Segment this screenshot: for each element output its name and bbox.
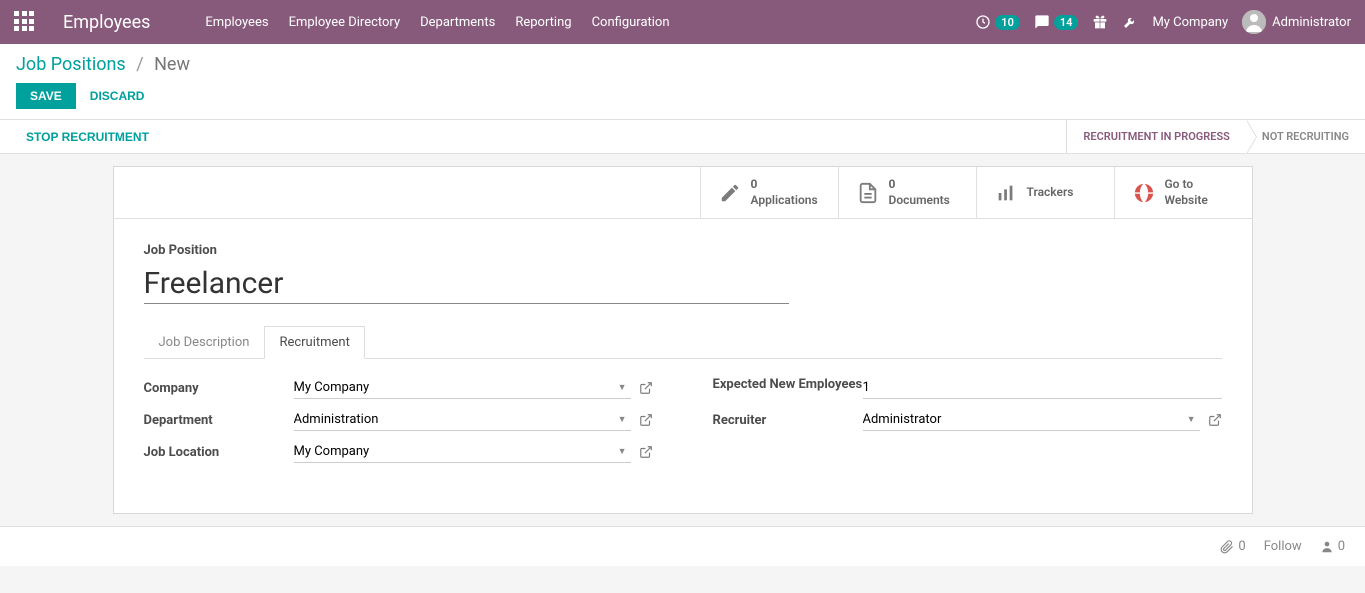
avatar [1242,10,1266,34]
gift-icon[interactable] [1092,14,1108,30]
user-name: Administrator [1272,15,1351,30]
pencil-icon [719,182,741,204]
company-name[interactable]: My Company [1152,15,1228,30]
breadcrumb-sep: / [136,54,143,75]
followers-count: 0 [1338,539,1345,554]
nav-links: Employees Employee Directory Departments… [205,15,669,30]
nav-link-reporting[interactable]: Reporting [515,15,571,30]
recruiter-label: Recruiter [713,413,863,428]
attachments-count: 0 [1238,539,1245,554]
breadcrumb-parent[interactable]: Job Positions [16,54,126,75]
status-tab-not-recruiting[interactable]: NOT RECRUITING [1246,120,1365,153]
form-sheet: 0 Applications 0 Documents Trackers [113,166,1253,514]
tab-job-description[interactable]: Job Description [144,326,265,359]
sheet-body: Job Position Job Description Recruitment… [114,219,1252,513]
bar-chart-icon [995,182,1017,204]
save-button[interactable]: SAVE [16,83,76,109]
chatter-bar: 0 Follow 0 [0,526,1365,566]
title-label: Job Position [144,243,1222,258]
follow-button[interactable]: Follow [1264,539,1302,554]
button-box: 0 Applications 0 Documents Trackers [114,167,1252,219]
department-input[interactable] [294,409,614,430]
stat-go-website[interactable]: Go to Website [1114,167,1252,218]
field-expected: Expected New Employees [713,377,1222,399]
document-icon [857,182,879,204]
wrench-icon[interactable] [1122,14,1138,30]
chat-icon [1034,14,1050,30]
company-external-link-icon[interactable] [639,381,653,395]
stat-documents[interactable]: 0 Documents [838,167,976,218]
messages-count: 14 [1054,15,1079,30]
control-panel: Job Positions / New SAVE DISCARD [0,44,1365,120]
tab-recruitment[interactable]: Recruitment [264,326,364,359]
trackers-label: Trackers [1027,185,1074,201]
department-label: Department [144,413,294,428]
clock-icon [975,14,991,30]
paperclip-icon [1220,540,1234,554]
documents-label: Documents [889,193,950,209]
form-col-right: Expected New Employees Recruiter ▼ [713,377,1222,473]
breadcrumb: Job Positions / New [16,54,1349,75]
tabs: Job Description Recruitment [144,326,1222,359]
form-grid: Company ▼ Department ▼ [144,359,1222,473]
timer-count: 10 [995,15,1020,30]
nav-link-departments[interactable]: Departments [420,15,495,30]
actions-row: SAVE DISCARD [16,83,1349,119]
form-sheet-wrap: 0 Applications 0 Documents Trackers [0,154,1365,514]
follow-label: Follow [1264,539,1302,554]
department-dropdown-caret[interactable]: ▼ [614,414,631,425]
field-recruiter: Recruiter ▼ [713,409,1222,431]
nav-right: 10 14 My Company Administrator [975,10,1351,34]
stat-applications[interactable]: 0 Applications [700,167,838,218]
top-navbar: Employees Employees Employee Directory D… [0,0,1365,44]
form-col-left: Company ▼ Department ▼ [144,377,653,473]
globe-icon [1133,182,1155,204]
applications-count: 0 [751,177,818,193]
company-label: Company [144,381,294,396]
expected-label: Expected New Employees [713,377,863,394]
job-location-label: Job Location [144,445,294,460]
field-company: Company ▼ [144,377,653,399]
discard-button[interactable]: DISCARD [88,83,147,109]
expected-input[interactable] [863,377,1222,399]
job-location-input[interactable] [294,441,614,462]
job-position-input[interactable] [144,264,789,304]
statusbar: STOP RECRUITMENT RECRUITMENT IN PROGRESS… [0,120,1365,154]
field-job-location: Job Location ▼ [144,441,653,463]
breadcrumb-current: New [154,54,190,75]
nav-link-employees[interactable]: Employees [205,15,268,30]
job-location-external-link-icon[interactable] [639,445,653,459]
timer-badge[interactable]: 10 [975,14,1020,30]
status-tab-in-progress[interactable]: RECRUITMENT IN PROGRESS [1066,120,1245,153]
go-website-line1: Go to [1165,177,1208,193]
applications-label: Applications [751,193,818,209]
stop-recruitment-button[interactable]: STOP RECRUITMENT [24,124,151,150]
person-icon [1320,540,1334,554]
go-website-line2: Website [1165,193,1208,209]
apps-menu-icon[interactable] [14,11,36,33]
nav-link-configuration[interactable]: Configuration [592,15,670,30]
company-input[interactable] [294,377,614,398]
company-dropdown-caret[interactable]: ▼ [614,382,631,393]
recruiter-input[interactable] [863,409,1183,430]
attachments-button[interactable]: 0 [1220,539,1245,554]
stat-trackers[interactable]: Trackers [976,167,1114,218]
job-location-dropdown-caret[interactable]: ▼ [614,446,631,457]
recruiter-external-link-icon[interactable] [1208,413,1222,427]
nav-link-directory[interactable]: Employee Directory [289,15,401,30]
recruiter-dropdown-caret[interactable]: ▼ [1183,414,1200,425]
status-tabs: RECRUITMENT IN PROGRESS NOT RECRUITING [1066,120,1365,153]
documents-count: 0 [889,177,950,193]
app-brand: Employees [63,12,150,33]
messages-badge[interactable]: 14 [1034,14,1079,30]
field-department: Department ▼ [144,409,653,431]
followers-button[interactable]: 0 [1320,539,1345,554]
department-external-link-icon[interactable] [639,413,653,427]
user-menu[interactable]: Administrator [1242,10,1351,34]
